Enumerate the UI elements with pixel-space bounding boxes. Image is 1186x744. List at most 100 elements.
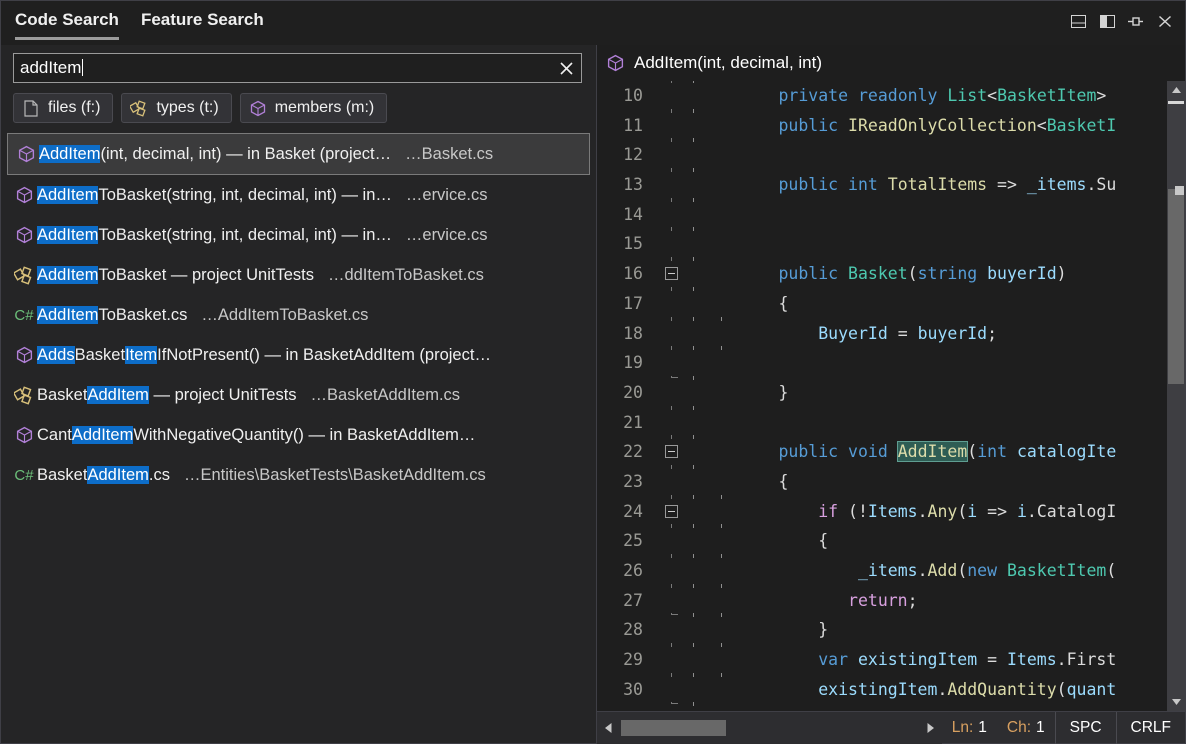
filter-chip-members[interactable]: members (m:) <box>240 93 388 123</box>
code-line[interactable]: 20 } <box>597 378 1167 408</box>
match-highlight: AddItem <box>37 226 98 244</box>
result-row[interactable]: AddItemToBasket(string, int, decimal, in… <box>1 175 596 215</box>
code-text: BuyerId = buyerId; <box>699 319 997 349</box>
code-token <box>699 502 818 521</box>
scrollbar-box-marker <box>1175 186 1184 195</box>
code-token: i <box>1017 502 1027 521</box>
filter-chip-files[interactable]: files (f:) <box>13 93 113 123</box>
result-row-label: BasketAddItem.cs <box>37 466 170 485</box>
code-token: if <box>818 502 838 521</box>
line-number: 28 <box>597 615 653 645</box>
code-text: } <box>699 704 788 711</box>
line-number: 18 <box>597 319 653 349</box>
code-line[interactable]: 28 } <box>597 615 1167 645</box>
types-icon <box>11 266 37 285</box>
collapse-toggle-icon[interactable] <box>665 505 678 518</box>
vertical-scrollbar[interactable] <box>1167 81 1185 711</box>
status-indentation[interactable]: SPC <box>1055 712 1116 744</box>
collapse-toggle-icon[interactable] <box>665 267 678 280</box>
split-horizontal-icon[interactable] <box>1068 11 1088 31</box>
code-token: < <box>987 86 997 105</box>
code-line[interactable]: 24 if (!Items.Any(i => i.CatalogI <box>597 497 1167 527</box>
tab-feature-search[interactable]: Feature Search <box>129 1 274 45</box>
result-row[interactable]: AddItemToBasket — project UnitTests…ddIt… <box>1 255 596 295</box>
scroll-down-icon[interactable] <box>1167 693 1185 711</box>
match-highlight: AddItem <box>39 145 100 163</box>
code-text: public Basket(string buyerId) <box>699 259 1067 289</box>
horizontal-scrollbar[interactable] <box>597 712 942 744</box>
code-line[interactable]: 14 <box>597 200 1167 230</box>
code-line[interactable]: 15 <box>597 229 1167 259</box>
code-token: existingItem <box>818 680 937 699</box>
horizontal-scrollbar-track[interactable] <box>619 720 920 736</box>
result-row[interactable]: C#AddItemToBasket.cs…AddItemToBasket.cs <box>1 295 596 335</box>
pin-icon[interactable] <box>1126 11 1146 31</box>
line-number: 24 <box>597 497 653 527</box>
result-row[interactable]: CantAddItemWithNegativeQuantity() — in B… <box>1 415 596 455</box>
scroll-left-icon[interactable] <box>597 712 619 744</box>
code-token: Items <box>868 502 918 521</box>
filter-chip-types-label: types (t:) <box>156 99 218 117</box>
horizontal-scrollbar-thumb[interactable] <box>621 720 726 736</box>
scrollbar-marker <box>1168 101 1184 104</box>
search-results-list[interactable]: AddItem(int, decimal, int) — in Basket (… <box>1 131 596 743</box>
code-token: = <box>977 650 1007 669</box>
code-line[interactable]: 25 { <box>597 526 1167 556</box>
code-token: . <box>918 502 928 521</box>
code-lines[interactable]: 10 private readonly List<BasketItem>11 p… <box>597 81 1167 711</box>
result-row-path: …AddItemToBasket.cs <box>201 306 368 325</box>
code-line[interactable]: 30 existingItem.AddQuantity(quant <box>597 675 1167 705</box>
code-token: ( <box>957 561 967 580</box>
result-row[interactable]: AddItem(int, decimal, int) — in Basket (… <box>7 133 590 175</box>
code-line[interactable]: 31 } <box>597 704 1167 711</box>
search-input[interactable]: addItem <box>13 53 582 83</box>
code-line[interactable]: 26 _items.Add(new BasketItem( <box>597 556 1167 586</box>
code-token <box>848 650 858 669</box>
match-highlight: AddItem <box>87 466 148 484</box>
line-number: 11 <box>597 111 653 141</box>
result-row[interactable]: AddItemToBasket(string, int, decimal, in… <box>1 215 596 255</box>
code-token <box>1007 442 1017 461</box>
code-line[interactable]: 19 <box>597 348 1167 378</box>
split-vertical-icon[interactable] <box>1097 11 1117 31</box>
result-row[interactable]: AddsBasketItemIfNotPresent() — in Basket… <box>1 335 596 375</box>
code-line[interactable]: 22 public void AddItem(int catalogIte <box>597 437 1167 467</box>
close-icon[interactable] <box>1155 11 1175 31</box>
result-row-path: …ervice.cs <box>406 226 488 245</box>
result-text: ToBasket.cs <box>98 306 187 324</box>
result-text: ToBasket(string, int, decimal, int) — in… <box>98 226 391 244</box>
result-row[interactable]: BasketAddItem — project UnitTests…Basket… <box>1 375 596 415</box>
window-controls <box>1068 11 1175 31</box>
filter-chip-types[interactable]: types (t:) <box>121 93 231 123</box>
code-token: AddQuantity <box>947 680 1056 699</box>
code-line[interactable]: 10 private readonly List<BasketItem> <box>597 81 1167 111</box>
types-icon <box>11 386 37 405</box>
code-line[interactable]: 23 { <box>597 467 1167 497</box>
scroll-right-icon[interactable] <box>920 712 942 744</box>
line-number: 29 <box>597 645 653 675</box>
code-line[interactable]: 17 { <box>597 289 1167 319</box>
code-line[interactable]: 27 return; <box>597 586 1167 616</box>
status-line-ending[interactable]: CRLF <box>1116 712 1185 744</box>
match-highlight: Item <box>125 346 157 364</box>
code-token <box>997 561 1007 580</box>
preview-header-title: AddItem(int, decimal, int) <box>634 53 822 73</box>
code-line[interactable]: 29 var existingItem = Items.First <box>597 645 1167 675</box>
line-number: 25 <box>597 526 653 556</box>
code-token: ( <box>1106 561 1116 580</box>
code-token <box>699 442 778 461</box>
code-text: return; <box>699 586 918 616</box>
member-cube-icon <box>13 145 39 163</box>
tab-code-search[interactable]: Code Search <box>13 1 129 45</box>
code-line[interactable]: 13 public int TotalItems => _items.Su <box>597 170 1167 200</box>
code-line[interactable]: 12 <box>597 140 1167 170</box>
collapse-toggle-icon[interactable] <box>665 445 678 458</box>
code-line[interactable]: 21 <box>597 408 1167 438</box>
result-row[interactable]: C#BasketAddItem.cs…Entities\BasketTests\… <box>1 455 596 495</box>
code-line[interactable]: 18 BuyerId = buyerId; <box>597 319 1167 349</box>
clear-search-icon[interactable] <box>557 59 575 77</box>
scroll-up-icon[interactable] <box>1167 81 1185 99</box>
code-line[interactable]: 11 public IReadOnlyCollection<BasketI <box>597 111 1167 141</box>
code-line[interactable]: 16 public Basket(string buyerId) <box>597 259 1167 289</box>
vertical-scrollbar-thumb[interactable] <box>1168 189 1184 384</box>
